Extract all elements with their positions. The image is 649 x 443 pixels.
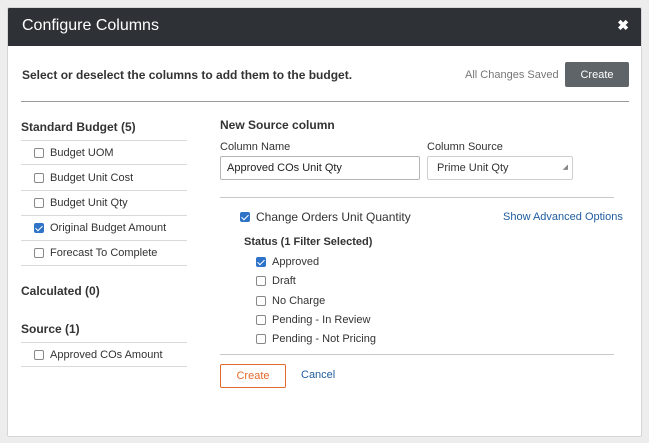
divider bbox=[21, 101, 629, 102]
status-label: Pending - In Review bbox=[272, 314, 371, 326]
form-title: New Source column bbox=[220, 118, 335, 132]
modal-header: Configure Columns ✖ bbox=[8, 8, 641, 46]
standard-budget-title: Standard Budget (5) bbox=[21, 120, 136, 134]
create-button-top[interactable]: Create bbox=[565, 62, 629, 87]
column-source-label: Column Source bbox=[427, 141, 503, 153]
status-filter-title: Status (1 Filter Selected) bbox=[244, 236, 373, 248]
source-title: Source (1) bbox=[21, 322, 80, 336]
close-icon[interactable]: ✖ bbox=[617, 17, 629, 34]
chevron-down-icon: ◢ bbox=[562, 164, 568, 171]
status-label: No Charge bbox=[272, 295, 326, 307]
column-item-approved-cos-amount[interactable]: Approved COs Amount bbox=[21, 342, 187, 367]
create-button[interactable]: Create bbox=[220, 364, 286, 388]
checkbox[interactable] bbox=[34, 349, 44, 360]
column-name-input[interactable]: Approved COs Unit Qty bbox=[220, 156, 420, 180]
column-source-select[interactable]: Prime Unit Qty ◢ bbox=[427, 156, 573, 180]
checkbox-checked[interactable] bbox=[34, 223, 44, 233]
status-label: Draft bbox=[272, 275, 296, 287]
column-item-budget-unit-cost[interactable]: Budget Unit Cost bbox=[21, 166, 187, 191]
checkbox[interactable] bbox=[34, 198, 44, 208]
column-item-budget-unit-qty[interactable]: Budget Unit Qty bbox=[21, 191, 187, 216]
cancel-link[interactable]: Cancel bbox=[301, 369, 335, 381]
checkbox[interactable] bbox=[256, 334, 266, 344]
column-item-label: Budget Unit Cost bbox=[50, 172, 134, 184]
column-item-budget-uom[interactable]: Budget UOM bbox=[21, 140, 187, 165]
configure-columns-modal: Configure Columns ✖ Select or deselect t… bbox=[7, 7, 642, 437]
change-orders-label: Change Orders Unit Quantity bbox=[256, 210, 411, 224]
column-item-label: Budget UOM bbox=[50, 146, 114, 159]
column-item-label: Forecast To Complete bbox=[50, 247, 158, 259]
checkbox-checked[interactable] bbox=[256, 257, 266, 267]
checkbox[interactable] bbox=[256, 276, 266, 286]
change-orders-option[interactable]: Change Orders Unit Quantity bbox=[240, 210, 411, 224]
divider bbox=[220, 197, 614, 198]
checkbox[interactable] bbox=[256, 296, 266, 306]
column-item-forecast-to-complete[interactable]: Forecast To Complete bbox=[21, 241, 187, 266]
checkbox[interactable] bbox=[256, 315, 266, 325]
status-option-approved[interactable]: Approved bbox=[256, 256, 319, 268]
status-option-pending-not-pricing[interactable]: Pending - Not Pricing bbox=[256, 333, 376, 345]
show-advanced-options-link[interactable]: Show Advanced Options bbox=[503, 211, 623, 223]
status-label: Approved bbox=[272, 256, 320, 268]
checkbox-checked[interactable] bbox=[240, 212, 250, 222]
status-option-pending-in-review[interactable]: Pending - In Review bbox=[256, 314, 370, 326]
calculated-title: Calculated (0) bbox=[21, 284, 100, 298]
column-item-original-budget-amount[interactable]: Original Budget Amount bbox=[21, 216, 187, 241]
column-item-label: Original Budget Amount bbox=[50, 222, 167, 234]
checkbox[interactable] bbox=[34, 173, 44, 183]
column-name-label: Column Name bbox=[220, 141, 291, 153]
checkbox[interactable] bbox=[34, 147, 44, 158]
modal-title: Configure Columns bbox=[22, 17, 159, 34]
column-source-value: Prime Unit Qty bbox=[437, 162, 509, 174]
instruction-text: Select or deselect the columns to add th… bbox=[22, 68, 353, 82]
save-status: All Changes Saved bbox=[465, 69, 559, 81]
status-option-no-charge[interactable]: No Charge bbox=[256, 295, 325, 307]
status-option-draft[interactable]: Draft bbox=[256, 275, 296, 287]
column-item-label: Budget Unit Qty bbox=[50, 197, 128, 209]
checkbox[interactable] bbox=[34, 248, 44, 258]
divider bbox=[220, 354, 614, 355]
status-label: Pending - Not Pricing bbox=[272, 333, 376, 345]
column-item-label: Approved COs Amount bbox=[50, 348, 163, 361]
